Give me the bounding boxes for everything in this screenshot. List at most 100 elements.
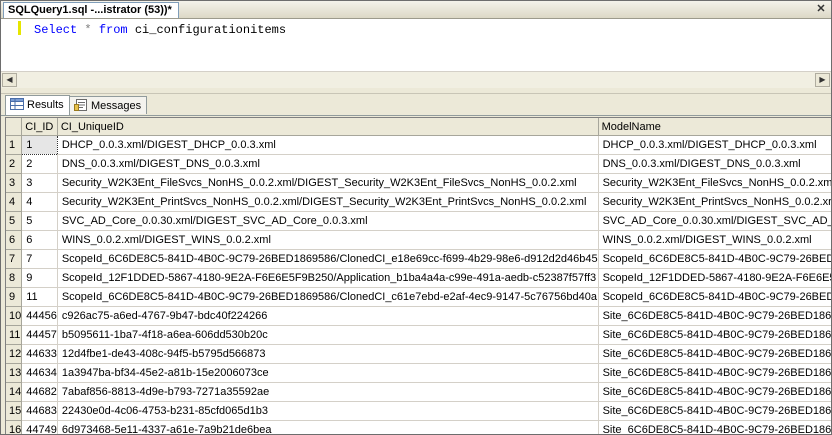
ci-id-cell[interactable]: 44683 <box>21 401 58 421</box>
ci-id-cell[interactable]: 11 <box>21 287 58 307</box>
row-number-cell[interactable]: 16 <box>6 420 23 434</box>
table-row[interactable]: 6 6 WINS_0.0.2.xml/DIGEST_WINS_0.0.2.xml WI… <box>6 230 831 250</box>
ci-id-cell[interactable]: 9 <box>21 268 58 288</box>
ci-uniqueid-cell[interactable]: ScopeId_12F1DDED-5867-4180-9E2A-F6E6E5F9… <box>57 268 599 288</box>
ci-uniqueid-cell[interactable]: 22430e0d-4c06-4753-b231-85cfd065d1b3 <box>57 401 599 421</box>
table-row[interactable]: 15 44683 22430e0d-4c06-4753-b231-85cfd065d… <box>6 401 831 421</box>
modelname-cell[interactable]: SVC_AD_Core_0.0.30.xml/DIGEST_SVC_AD_Cor… <box>598 211 831 231</box>
ci-uniqueid-cell[interactable]: ScopeId_6C6DE8C5-841D-4B0C-9C79-26BED186… <box>57 249 599 269</box>
modelname-cell[interactable]: DNS_0.0.3.xml/DIGEST_DNS_0.0.3.xml <box>598 154 831 174</box>
row-number-cell[interactable]: 12 <box>6 344 23 364</box>
modelname-cell[interactable]: Site_6C6DE8C5-841D-4B0C-9C79-26BED1869 <box>598 306 831 326</box>
column-header-ci-id[interactable]: CI_ID <box>21 118 58 136</box>
grid-corner[interactable] <box>6 118 23 136</box>
ci-id-cell[interactable]: 3 <box>21 173 58 193</box>
results-grid[interactable]: CI_ID CI_UniqueID ModelName 1 1 DHCP_0.0.3… <box>5 117 831 434</box>
ci-uniqueid-cell[interactable]: WINS_0.0.2.xml/DIGEST_WINS_0.0.2.xml <box>57 230 599 250</box>
column-header-ci-uniqueid[interactable]: CI_UniqueID <box>57 118 599 136</box>
table-row[interactable]: 2 2 DNS_0.0.3.xml/DIGEST_DNS_0.0.3.xml DNS_… <box>6 154 831 174</box>
ci-uniqueid-cell[interactable]: ScopeId_6C6DE8C5-841D-4B0C-9C79-26BED186… <box>57 287 599 307</box>
table-row[interactable]: 7 7 ScopeId_6C6DE8C5-841D-4B0C-9C79-26BED1… <box>6 249 831 269</box>
modelname-cell[interactable]: Security_W2K3Ent_FileSvcs_NonHS_0.0.2.xm… <box>598 173 831 193</box>
table-row[interactable]: 8 9 ScopeId_12F1DDED-5867-4180-9E2A-F6E6E5… <box>6 268 831 288</box>
ci-id-cell[interactable]: 5 <box>21 211 58 231</box>
ci-uniqueid-cell[interactable]: c926ac75-a6ed-4767-9b47-bdc40f224266 <box>57 306 599 326</box>
ci-uniqueid-cell[interactable]: 1a3947ba-bf34-45e2-a81b-15e2006073ce <box>57 363 599 383</box>
table-row[interactable]: 1 1 DHCP_0.0.3.xml/DIGEST_DHCP_0.0.3.xml DH… <box>6 135 831 155</box>
tab-results[interactable]: Results <box>5 95 70 115</box>
modelname-cell[interactable]: Site_6C6DE8C5-841D-4B0C-9C79-26BED1869 <box>598 382 831 402</box>
row-number-cell[interactable]: 4 <box>6 192 23 212</box>
row-number-cell[interactable]: 13 <box>6 363 23 383</box>
row-number-cell[interactable]: 2 <box>6 154 23 174</box>
row-number-cell[interactable]: 8 <box>6 268 23 288</box>
ci-uniqueid-cell[interactable]: 12d4fbe1-de43-408c-94f5-b5795d566873 <box>57 344 599 364</box>
row-number-cell[interactable]: 10 <box>6 306 23 326</box>
query-editor[interactable]: Select * from ci_configurationitems <box>1 19 831 71</box>
ci-uniqueid-cell[interactable]: 7abaf856-8813-4d9e-b793-7271a35592ae <box>57 382 599 402</box>
modelname-cell[interactable]: Site_6C6DE8C5-841D-4B0C-9C79-26BED1869 <box>598 363 831 383</box>
star-operator: * <box>84 23 92 37</box>
table-row[interactable]: 9 11 ScopeId_6C6DE8C5-841D-4B0C-9C79-26BED… <box>6 287 831 307</box>
table-row[interactable]: 12 44633 12d4fbe1-de43-408c-94f5-b5795d566… <box>6 344 831 364</box>
table-row[interactable]: 11 44457 b5095611-1ba7-4f18-a6ea-606dd530b… <box>6 325 831 345</box>
modelname-cell[interactable]: Site_6C6DE8C5-841D-4B0C-9C79-26BED1869 <box>598 325 831 345</box>
modelname-cell[interactable]: Site_6C6DE8C5-841D-4B0C-9C79-26BED1869 <box>598 401 831 421</box>
row-number-cell[interactable]: 6 <box>6 230 23 250</box>
ci-uniqueid-cell[interactable]: Security_W2K3Ent_PrintSvcs_NonHS_0.0.2.x… <box>57 192 599 212</box>
from-keyword: from <box>98 23 128 37</box>
ci-uniqueid-cell[interactable]: Security_W2K3Ent_FileSvcs_NonHS_0.0.2.xm… <box>57 173 599 193</box>
ci-uniqueid-cell[interactable]: SVC_AD_Core_0.0.30.xml/DIGEST_SVC_AD_Cor… <box>57 211 599 231</box>
ci-id-cell[interactable]: 44456 <box>21 306 58 326</box>
ci-uniqueid-cell[interactable]: 6d973468-5e11-4337-a61e-7a9b21de6bea <box>57 420 599 434</box>
modelname-cell[interactable]: DHCP_0.0.3.xml/DIGEST_DHCP_0.0.3.xml <box>598 135 831 155</box>
row-number-cell[interactable]: 1 <box>6 135 23 155</box>
table-row[interactable]: 4 4 Security_W2K3Ent_PrintSvcs_NonHS_0.0.2… <box>6 192 831 212</box>
row-number-cell[interactable]: 9 <box>6 287 23 307</box>
table-row[interactable]: 16 44749 6d973468-5e11-4337-a61e-7a9b21de6… <box>6 420 831 434</box>
query-document-tab[interactable]: SQLQuery1.sql -...istrator (53))* <box>3 2 179 18</box>
ci-id-cell[interactable]: 1 <box>21 135 58 155</box>
ci-id-cell[interactable]: 6 <box>21 230 58 250</box>
document-tab-strip: SQLQuery1.sql -...istrator (53))* ✕ <box>1 1 831 19</box>
modelname-cell[interactable]: Site_6C6DE8C5-841D-4B0C-9C79-26BED1869 <box>598 420 831 434</box>
ci-id-cell[interactable]: 44682 <box>21 382 58 402</box>
table-row[interactable]: 14 44682 7abaf856-8813-4d9e-b793-7271a3559… <box>6 382 831 402</box>
ci-id-cell[interactable]: 44749 <box>21 420 58 434</box>
row-number-cell[interactable]: 7 <box>6 249 23 269</box>
ci-id-cell[interactable]: 44457 <box>21 325 58 345</box>
row-number-cell[interactable]: 5 <box>6 211 23 231</box>
column-header-modelname[interactable]: ModelName <box>598 118 831 136</box>
table-row[interactable]: 13 44634 1a3947ba-bf34-45e2-a81b-15e200607… <box>6 363 831 383</box>
table-row[interactable]: 5 5 SVC_AD_Core_0.0.30.xml/DIGEST_SVC_AD_C… <box>6 211 831 231</box>
modelname-cell[interactable]: ScopeId_12F1DDED-5867-4180-9E2A-F6E6E5F <box>598 268 831 288</box>
editor-horizontal-scrollbar[interactable]: ◀ ▶ <box>1 71 831 88</box>
row-number-cell[interactable]: 11 <box>6 325 23 345</box>
table-row[interactable]: 10 44456 c926ac75-a6ed-4767-9b47-bdc40f224… <box>6 306 831 326</box>
select-keyword: Select <box>34 23 78 37</box>
ci-id-cell[interactable]: 4 <box>21 192 58 212</box>
modelname-cell[interactable]: ScopeId_6C6DE8C5-841D-4B0C-9C79-26BED18 <box>598 287 831 307</box>
row-number-cell[interactable]: 15 <box>6 401 23 421</box>
ci-uniqueid-cell[interactable]: DHCP_0.0.3.xml/DIGEST_DHCP_0.0.3.xml <box>57 135 599 155</box>
modelname-cell[interactable]: ScopeId_6C6DE8C5-841D-4B0C-9C79-26BED18 <box>598 249 831 269</box>
ci-id-cell[interactable]: 2 <box>21 154 58 174</box>
ci-uniqueid-cell[interactable]: b5095611-1ba7-4f18-a6ea-606dd530b20c <box>57 325 599 345</box>
close-icon[interactable]: ✕ <box>815 3 827 15</box>
row-number-cell[interactable]: 3 <box>6 173 23 193</box>
scroll-left-icon[interactable]: ◀ <box>2 73 17 87</box>
modelname-cell[interactable]: WINS_0.0.2.xml/DIGEST_WINS_0.0.2.xml <box>598 230 831 250</box>
modelname-cell[interactable]: Site_6C6DE8C5-841D-4B0C-9C79-26BED1869 <box>598 344 831 364</box>
query-text[interactable]: Select * from ci_configurationitems <box>34 23 286 37</box>
scroll-right-icon[interactable]: ▶ <box>815 73 830 87</box>
change-tracking-bar <box>18 21 21 35</box>
row-number-cell[interactable]: 14 <box>6 382 23 402</box>
ci-id-cell[interactable]: 7 <box>21 249 58 269</box>
ci-id-cell[interactable]: 44633 <box>21 344 58 364</box>
modelname-cell[interactable]: Security_W2K3Ent_PrintSvcs_NonHS_0.0.2.x… <box>598 192 831 212</box>
tab-messages[interactable]: Messages <box>69 96 148 114</box>
ci-uniqueid-cell[interactable]: DNS_0.0.3.xml/DIGEST_DNS_0.0.3.xml <box>57 154 599 174</box>
table-row[interactable]: 3 3 Security_W2K3Ent_FileSvcs_NonHS_0.0.2.… <box>6 173 831 193</box>
results-table: CI_ID CI_UniqueID ModelName 1 1 DHCP_0.0.3… <box>6 118 831 434</box>
ci-id-cell[interactable]: 44634 <box>21 363 58 383</box>
